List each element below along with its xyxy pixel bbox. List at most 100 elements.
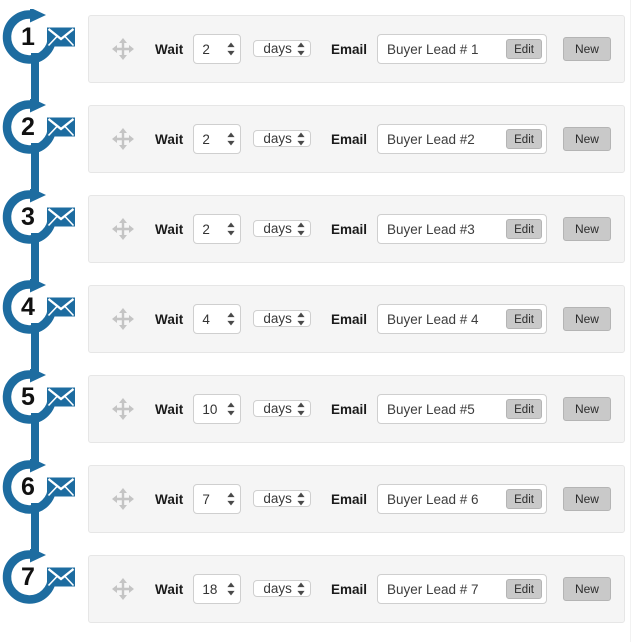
move-arrows-icon[interactable] (111, 37, 135, 61)
move-arrows-icon[interactable] (111, 577, 135, 601)
move-arrows-icon[interactable] (111, 397, 135, 421)
wait-label: Wait (155, 581, 184, 597)
wait-unit-value[interactable]: days (253, 580, 311, 597)
step-sequence-rail: 1 2 3 4 5 6 7 (0, 0, 88, 642)
step-badge-3[interactable]: 3 (2, 189, 86, 245)
new-email-button[interactable]: New (562, 217, 611, 241)
drag-handle[interactable] (111, 37, 135, 61)
drag-handle[interactable] (111, 397, 135, 421)
new-email-button[interactable]: New (562, 37, 611, 61)
step-badge-5[interactable]: 5 (2, 369, 86, 425)
step-row: Wait days Email Buyer Lead #5 Edit New (88, 375, 625, 443)
edit-email-button[interactable]: Edit (506, 489, 542, 509)
step-number: 4 (21, 293, 35, 321)
move-arrows-icon[interactable] (111, 217, 135, 241)
email-template-name[interactable]: Buyer Lead #2 (387, 132, 506, 147)
wait-unit-value[interactable]: days (253, 220, 311, 237)
step-badge-6[interactable]: 6 (2, 459, 86, 515)
step-number: 2 (21, 113, 35, 141)
wait-amount-stepper[interactable] (193, 34, 242, 64)
email-template-field[interactable]: Buyer Lead # 7 Edit (376, 574, 547, 604)
wait-unit-select[interactable]: days (253, 215, 311, 243)
wait-amount-stepper[interactable] (193, 574, 242, 604)
wait-unit-select[interactable]: days (253, 125, 311, 153)
drag-handle[interactable] (111, 487, 135, 511)
step-row: Wait days Email Buyer Lead #2 Edit New (88, 105, 625, 173)
wait-label: Wait (155, 491, 184, 507)
new-email-button[interactable]: New (562, 577, 611, 601)
new-email-button[interactable]: New (562, 487, 611, 511)
step-badge-4[interactable]: 4 (2, 279, 86, 335)
wait-amount-stepper[interactable] (193, 394, 242, 424)
email-template-name[interactable]: Buyer Lead # 7 (387, 582, 506, 597)
email-label: Email (330, 311, 367, 327)
drag-handle[interactable] (111, 217, 135, 241)
wait-unit-select[interactable]: days (253, 575, 311, 603)
step-badge-7[interactable]: 7 (2, 549, 86, 605)
wait-unit-select[interactable]: days (253, 395, 311, 423)
wait-amount-stepper[interactable] (193, 304, 242, 334)
drag-handle[interactable] (111, 577, 135, 601)
email-label: Email (330, 491, 367, 507)
edit-email-button[interactable]: Edit (506, 309, 542, 329)
email-template-field[interactable]: Buyer Lead # 1 Edit (376, 34, 547, 64)
email-label: Email (330, 221, 367, 237)
email-template-field[interactable]: Buyer Lead #2 Edit (376, 124, 547, 154)
wait-label: Wait (155, 41, 184, 57)
step-row: Wait days Email Buyer Lead # 7 Edit New (88, 555, 625, 623)
new-email-button[interactable]: New (562, 307, 611, 331)
wait-unit-value[interactable]: days (253, 130, 311, 147)
wait-unit-select[interactable]: days (253, 35, 311, 63)
wait-label: Wait (155, 311, 184, 327)
step-badge-2[interactable]: 2 (2, 99, 86, 155)
wait-amount-input[interactable] (193, 214, 242, 244)
wait-amount-stepper[interactable] (193, 484, 242, 514)
email-template-field[interactable]: Buyer Lead #3 Edit (376, 214, 547, 244)
wait-unit-value[interactable]: days (253, 40, 311, 57)
step-number: 3 (21, 203, 35, 231)
wait-label: Wait (155, 221, 184, 237)
wait-amount-input[interactable] (193, 484, 242, 514)
email-template-name[interactable]: Buyer Lead #3 (387, 222, 506, 237)
wait-unit-value[interactable]: days (253, 490, 311, 507)
step-number: 7 (21, 563, 35, 591)
drag-handle[interactable] (111, 307, 135, 331)
step-row: Wait days Email Buyer Lead # 1 Edit New (88, 15, 625, 83)
email-label: Email (330, 401, 367, 417)
drag-handle[interactable] (111, 127, 135, 151)
email-template-name[interactable]: Buyer Lead #5 (387, 402, 506, 417)
step-number: 1 (21, 23, 35, 51)
wait-amount-stepper[interactable] (193, 214, 242, 244)
email-template-field[interactable]: Buyer Lead #5 Edit (376, 394, 547, 424)
email-template-field[interactable]: Buyer Lead # 4 Edit (376, 304, 547, 334)
new-email-button[interactable]: New (562, 397, 611, 421)
wait-unit-value[interactable]: days (253, 310, 311, 327)
edit-email-button[interactable]: Edit (506, 129, 542, 149)
new-email-button[interactable]: New (562, 127, 611, 151)
wait-amount-input[interactable] (193, 304, 242, 334)
move-arrows-icon[interactable] (111, 127, 135, 151)
email-template-field[interactable]: Buyer Lead # 6 Edit (376, 484, 547, 514)
email-label: Email (330, 581, 367, 597)
wait-amount-input[interactable] (193, 574, 242, 604)
edit-email-button[interactable]: Edit (506, 399, 542, 419)
step-badge-1[interactable]: 1 (2, 9, 86, 65)
wait-amount-input[interactable] (193, 394, 242, 424)
edit-email-button[interactable]: Edit (506, 39, 542, 59)
step-row: Wait days Email Buyer Lead #3 Edit New (88, 195, 625, 263)
step-number: 5 (21, 383, 35, 411)
email-template-name[interactable]: Buyer Lead # 1 (387, 42, 506, 57)
wait-amount-input[interactable] (193, 34, 242, 64)
move-arrows-icon[interactable] (111, 487, 135, 511)
edit-email-button[interactable]: Edit (506, 219, 542, 239)
email-template-name[interactable]: Buyer Lead # 6 (387, 492, 506, 507)
move-arrows-icon[interactable] (111, 307, 135, 331)
email-template-name[interactable]: Buyer Lead # 4 (387, 312, 506, 327)
wait-unit-select[interactable]: days (253, 485, 311, 513)
wait-unit-select[interactable]: days (253, 305, 311, 333)
wait-unit-value[interactable]: days (253, 400, 311, 417)
edit-email-button[interactable]: Edit (506, 579, 542, 599)
wait-amount-stepper[interactable] (193, 124, 242, 154)
email-label: Email (330, 131, 367, 147)
wait-amount-input[interactable] (193, 124, 242, 154)
